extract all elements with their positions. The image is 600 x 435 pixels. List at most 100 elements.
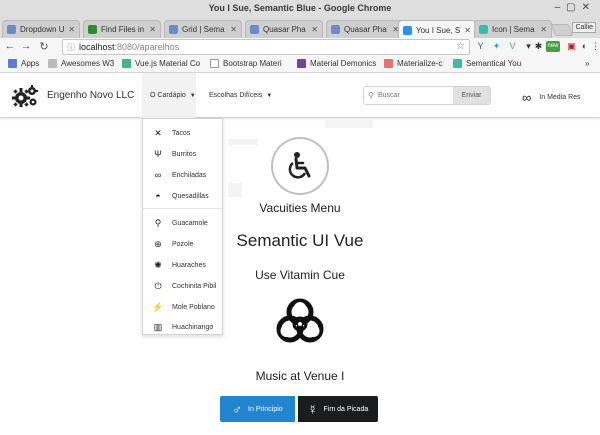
fim-da-picada-button[interactable]: ☿ Fim da Picada — [298, 396, 378, 422]
close-icon[interactable]: ✕ — [464, 26, 471, 35]
browser-toolbar: ← → ↻ ⓘ localhost :8080/aparelhos ☆ Y ✦ … — [0, 38, 600, 56]
caret-down-icon: ▼ — [266, 92, 273, 99]
window-controls[interactable]: –▢✕ — [555, 2, 596, 13]
bookmarks-bar: Apps Awesomes W3 Vue.js Material Co Boot… — [0, 56, 600, 73]
menu-item-label: O Cardápio — [150, 92, 186, 99]
vuetify-extension-icon[interactable]: Y — [475, 41, 486, 52]
bookmark-label: Awesomes W3 — [61, 59, 115, 68]
top-menu: Engenho Novo LLC O Cardápio ▼ Escolhas D… — [0, 73, 600, 118]
dropdown-item-label: Burritos — [172, 150, 197, 158]
wheelchair-icon — [288, 152, 311, 179]
bookmark-apps[interactable]: Apps — [8, 59, 39, 68]
fork-knife-icon: Ψ — [154, 149, 162, 159]
button-label: Fim da Picada — [323, 405, 369, 413]
twitter-extension-icon[interactable]: ✦ — [491, 41, 502, 52]
dropdown-item-mole-poblano[interactable]: ⚡ Mole Poblano — [143, 297, 224, 317]
info-icon[interactable]: ⓘ — [67, 42, 75, 53]
menu-item-escolhas[interactable]: Escolhas Difíceis ▼ — [209, 92, 272, 99]
bookmark-label: Semantical You — [466, 59, 522, 68]
tab-favicon-icon — [331, 25, 340, 34]
close-icon[interactable]: ✕ — [149, 25, 156, 34]
browser-tab[interactable]: Quasar Pha ✕ — [326, 20, 404, 38]
dropdown-item-quesadillas[interactable]: ◓ Quesadillas — [143, 186, 224, 206]
cogs-icon — [12, 85, 38, 107]
bookmark-item[interactable]: Awesomes W3 — [48, 59, 114, 68]
building-icon: ▥ — [153, 321, 163, 332]
close-icon[interactable]: ✕ — [68, 25, 75, 34]
settings-extension-icon[interactable]: ✱ — [533, 41, 544, 52]
dropdown-item-huaraches[interactable]: ✺ Huaraches — [143, 255, 224, 275]
close-icon[interactable]: ✕ — [311, 25, 318, 34]
brand-name[interactable]: Engenho Novo LLC — [47, 90, 134, 101]
search-icon: ⚲ — [368, 91, 374, 100]
dropdown-item-huachinango[interactable]: ▥ Huachinango — [143, 318, 224, 336]
tab-label: You I Sue, S — [416, 25, 461, 35]
in-principio-button[interactable]: ♂ In Principio — [220, 396, 295, 422]
browser-tab-active[interactable]: You I Sue, S ✕ — [398, 20, 476, 39]
wheelchair-circular-icon — [271, 137, 329, 195]
bookmark-item[interactable]: Material Demonics — [297, 59, 376, 68]
new-badge-extension-icon[interactable]: new — [546, 41, 560, 52]
page-icon — [210, 59, 219, 68]
search-box: ⚲ Enviar — [363, 86, 491, 105]
search-input[interactable] — [378, 87, 453, 104]
dropdown-item-tacos[interactable]: ✕ Tacos — [143, 123, 224, 143]
bookmark-item[interactable]: Vue.js Material Co — [122, 59, 200, 68]
bookmark-favicon-icon — [453, 59, 462, 68]
utensils-icon: ✕ — [154, 127, 162, 138]
menu-item-cardapio[interactable]: O Cardápio ▼ — [142, 73, 196, 118]
dropdown-item-label: Guacamole — [172, 219, 208, 227]
dropdown-item-enchiladas[interactable]: ∞ Enchiladas — [143, 165, 224, 185]
tab-favicon-icon — [250, 25, 259, 34]
reload-icon[interactable]: ↻ — [38, 40, 50, 53]
menu-item-in-media-res[interactable]: ∞ In Media Res — [522, 90, 581, 105]
browser-tab[interactable]: Dropdown U ✕ — [2, 20, 80, 38]
bookmark-item[interactable]: Bootstrap Materi — [210, 59, 282, 68]
bookmark-item[interactable]: Materialize-c — [384, 59, 442, 68]
close-icon[interactable]: ✕ — [540, 25, 547, 34]
bookmark-star-icon[interactable]: ☆ — [456, 41, 465, 52]
bookmark-label: Apps — [21, 59, 40, 68]
dropdown-item-pozole[interactable]: ⊕ Pozole — [143, 234, 224, 254]
search-submit-button[interactable]: Enviar — [453, 87, 490, 104]
tab-strip: Dropdown U ✕ Find Files in ✕ Grid | Sema… — [0, 18, 600, 39]
bookmark-item[interactable]: Semantical You — [453, 59, 521, 68]
background-content — [228, 183, 242, 197]
close-icon[interactable]: ✕ — [230, 25, 237, 34]
new-tab-button[interactable] — [550, 24, 574, 36]
forward-arrow-icon[interactable]: → — [20, 40, 32, 52]
bookmarks-overflow[interactable]: » — [585, 59, 589, 68]
dropdown-item-label: Quesadillas — [172, 192, 209, 200]
power-icon: ⏻ — [154, 280, 162, 291]
profile-chip[interactable]: Callie — [572, 22, 596, 33]
dropdown-item-label: Cochinita Pibil — [172, 282, 217, 290]
cardapio-dropdown-menu: ✕ Tacos Ψ Burritos ∞ Enchiladas ◓ Quesad… — [142, 118, 224, 336]
browser-tab[interactable]: Icon | Sema ✕ — [474, 20, 552, 38]
apps-grid-icon — [8, 59, 17, 68]
header-vacuities-menu: Vacuities Menu — [259, 201, 341, 215]
dropdown-item-label: Enchiladas — [172, 171, 207, 179]
chrome-menu-icon[interactable]: ⋮ — [590, 41, 600, 52]
address-bar[interactable]: ⓘ localhost :8080/aparelhos ☆ — [62, 39, 470, 55]
vue-devtools-extension-icon[interactable]: V — [507, 41, 518, 52]
red-extension-icon[interactable]: ▣ — [566, 41, 577, 52]
dropdown-item-cochinita-pibil[interactable]: ⏻ Cochinita Pibil — [143, 276, 224, 296]
bookmark-label: Vue.js Material Co — [135, 59, 201, 68]
button-label: In Principio — [248, 405, 283, 413]
tab-label: Icon | Sema — [492, 25, 535, 34]
dropdown-item-burritos[interactable]: Ψ Burritos — [143, 144, 224, 164]
bookmark-label: Material Demonics — [310, 59, 377, 68]
bookmark-favicon-icon — [384, 59, 393, 68]
browser-tab[interactable]: Quasar Pha ✕ — [245, 20, 323, 38]
background-content — [228, 139, 258, 145]
spinner-icon: ✺ — [154, 259, 162, 270]
dropdown-item-guacamole[interactable]: ⚲ Guacamole — [143, 213, 224, 233]
menu-item-label: Escolhas Difíceis — [209, 92, 263, 99]
neuter-symbol-icon: ☿ — [307, 401, 318, 417]
extension-icon[interactable]: ◐ — [579, 41, 590, 52]
url-path: :8080/aparelhos — [114, 42, 180, 52]
infinity-icon: ∞ — [154, 170, 162, 180]
back-arrow-icon[interactable]: ← — [4, 40, 16, 52]
browser-tab[interactable]: Grid | Sema ✕ — [164, 20, 242, 38]
browser-tab[interactable]: Find Files in ✕ — [83, 20, 161, 38]
